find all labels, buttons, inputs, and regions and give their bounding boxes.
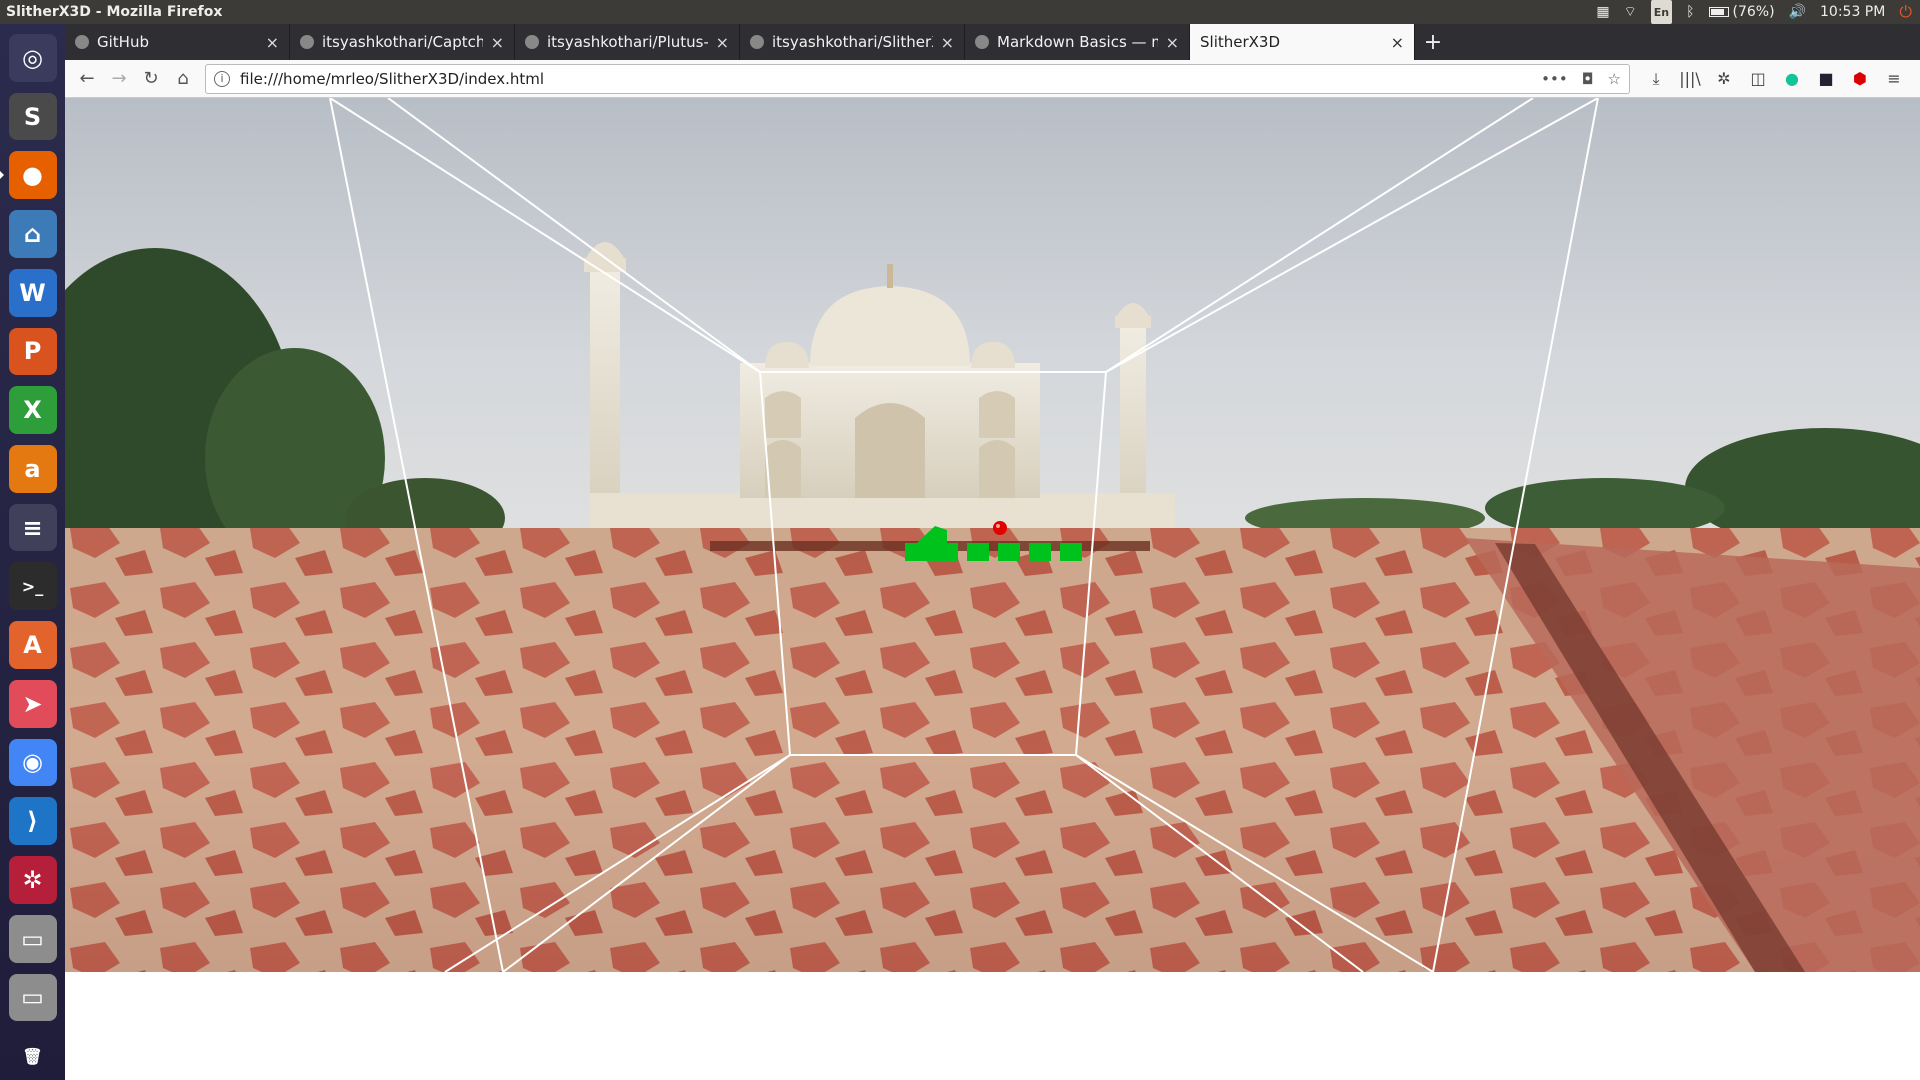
launcher-terminal-icon[interactable]: >_ xyxy=(8,562,57,611)
snake-segment xyxy=(967,543,989,561)
clock[interactable]: 10:53 PM xyxy=(1820,0,1885,24)
keyboard-language-indicator[interactable]: En xyxy=(1650,0,1673,24)
library-icon[interactable]: |||\ xyxy=(1678,67,1702,91)
system-top-panel: SlitherX3D - Mozilla Firefox ▦ ⌔ En ᛒ (7… xyxy=(0,0,1920,24)
downloads-icon[interactable]: ⤓ xyxy=(1644,67,1668,91)
close-tab-icon[interactable]: × xyxy=(1391,33,1404,52)
close-tab-icon[interactable]: × xyxy=(1166,33,1179,52)
launcher-sublime-text-icon[interactable]: S xyxy=(8,92,57,141)
launcher-libreoffice-calc-icon[interactable]: X xyxy=(8,386,57,435)
forward-button[interactable]: → xyxy=(103,63,135,95)
launcher-drive-1-icon[interactable]: ▭ xyxy=(8,914,57,963)
page-favicon-icon xyxy=(975,35,989,49)
browser-tab[interactable]: GitHub × xyxy=(65,24,290,60)
page-blank-area xyxy=(65,972,1920,1080)
volume-icon[interactable]: 🔊 xyxy=(1789,0,1806,24)
power-icon[interactable]: ⏻ xyxy=(1899,0,1912,24)
snake-segment xyxy=(1029,543,1051,561)
menu-icon[interactable]: ≡ xyxy=(1882,67,1906,91)
browser-tab[interactable]: itsyashkothari/Captcha × xyxy=(290,24,515,60)
battery-icon xyxy=(1708,7,1729,17)
system-tray: ▦ ⌔ En ᛒ (76%) 🔊 10:53 PM ⏻ xyxy=(1596,0,1920,24)
browser-tab[interactable]: Markdown Basics — ma × xyxy=(965,24,1190,60)
browser-tab[interactable]: SlitherX3D × xyxy=(1190,24,1415,60)
snake-segment xyxy=(1060,543,1082,561)
window-title: SlitherX3D - Mozilla Firefox xyxy=(6,4,223,20)
close-tab-icon[interactable]: × xyxy=(941,33,954,52)
bluetooth-icon[interactable]: ᛒ xyxy=(1686,0,1694,24)
pocket-icon[interactable]: ◘ xyxy=(1582,70,1594,88)
toolbar-extensions: ⤓ |||\ ✲ ◫ ● ■ ⬢ ≡ xyxy=(1644,67,1906,91)
battery-percent: (76%) xyxy=(1732,4,1775,20)
close-tab-icon[interactable]: × xyxy=(716,33,729,52)
launcher-drive-2-icon[interactable]: ▭ xyxy=(8,973,57,1022)
close-tab-icon[interactable]: × xyxy=(491,33,504,52)
tab-label: itsyashkothari/SlitherX3 xyxy=(772,33,933,51)
extension-dark-icon[interactable]: ■ xyxy=(1814,67,1838,91)
github-favicon-icon xyxy=(75,35,89,49)
launcher-trash-icon[interactable]: 🗑 xyxy=(9,1032,57,1080)
tab-label: itsyashkothari/Captcha xyxy=(322,33,483,51)
game-canvas[interactable] xyxy=(65,98,1920,972)
reload-button[interactable]: ↻ xyxy=(135,63,167,95)
launcher-files-home-icon[interactable]: ⌂ xyxy=(8,210,57,258)
extension-gear-icon[interactable]: ✲ xyxy=(1712,67,1736,91)
back-button[interactable]: ← xyxy=(71,63,103,95)
launcher-vscode-icon[interactable]: ⟩ xyxy=(8,797,57,846)
launcher-chrome-icon[interactable]: ◉ xyxy=(8,738,57,787)
navigation-toolbar: ← → ↻ ⌂ i file:///home/mrleo/SlitherX3D/… xyxy=(65,60,1920,98)
github-favicon-icon xyxy=(750,35,764,49)
launcher-amazon-icon[interactable]: a xyxy=(8,445,57,493)
launcher-firefox-icon[interactable]: ● xyxy=(0,151,57,200)
tab-label: GitHub xyxy=(97,33,149,51)
wifi-icon[interactable]: ⌔ xyxy=(1624,0,1637,24)
browser-tab[interactable]: itsyashkothari/SlitherX3 × xyxy=(740,24,965,60)
launcher-ubuntu-dash-icon[interactable]: ◎ xyxy=(8,34,57,82)
page-actions-icon[interactable]: ••• xyxy=(1541,70,1568,88)
launcher-mendeley-icon[interactable]: ✲ xyxy=(8,856,57,904)
battery-indicator[interactable]: (76%) xyxy=(1708,0,1775,24)
game-scene[interactable] xyxy=(65,98,1920,972)
launcher-system-settings-icon[interactable]: ≡ xyxy=(8,503,57,552)
food-apple xyxy=(993,521,1007,535)
bookmark-star-icon[interactable]: ☆ xyxy=(1608,70,1621,88)
close-tab-icon[interactable]: × xyxy=(266,33,279,52)
url-text[interactable]: file:///home/mrleo/SlitherX3D/index.html xyxy=(240,70,1541,88)
snake-segment xyxy=(998,543,1020,561)
launcher: ◎ S ● ⌂ W P Xa ≡ >_ A ➤ ◉ ⟩ ✲ ▭ ▭ 🗑 xyxy=(0,24,65,1080)
browser-tab[interactable]: itsyashkothari/Plutus-B × xyxy=(515,24,740,60)
dropbox-icon[interactable]: ▦ xyxy=(1596,0,1609,24)
url-bar[interactable]: i file:///home/mrleo/SlitherX3D/index.ht… xyxy=(205,63,1630,94)
github-favicon-icon xyxy=(525,35,539,49)
tab-label: Markdown Basics — ma xyxy=(997,33,1158,51)
launcher-postman-icon[interactable]: ➤ xyxy=(8,679,57,728)
adblock-icon[interactable]: ⬢ xyxy=(1848,67,1872,91)
launcher-libreoffice-writer-icon[interactable]: W xyxy=(8,268,57,317)
tab-label: itsyashkothari/Plutus-B xyxy=(547,33,708,51)
home-button[interactable]: ⌂ xyxy=(167,63,199,95)
tab-bar: GitHub × itsyashkothari/Captcha × itsyashkot… xyxy=(65,24,1920,60)
launcher-libreoffice-impress-icon[interactable]: P xyxy=(8,327,57,376)
page-info-icon[interactable]: i xyxy=(214,70,230,87)
grammarly-icon[interactable]: ● xyxy=(1780,67,1804,91)
github-favicon-icon xyxy=(300,35,314,49)
tab-label: SlitherX3D xyxy=(1200,33,1281,51)
sidebar-icon[interactable]: ◫ xyxy=(1746,67,1770,91)
new-tab-button[interactable]: + xyxy=(1415,24,1451,60)
launcher-software-center-icon[interactable]: A xyxy=(8,621,57,669)
